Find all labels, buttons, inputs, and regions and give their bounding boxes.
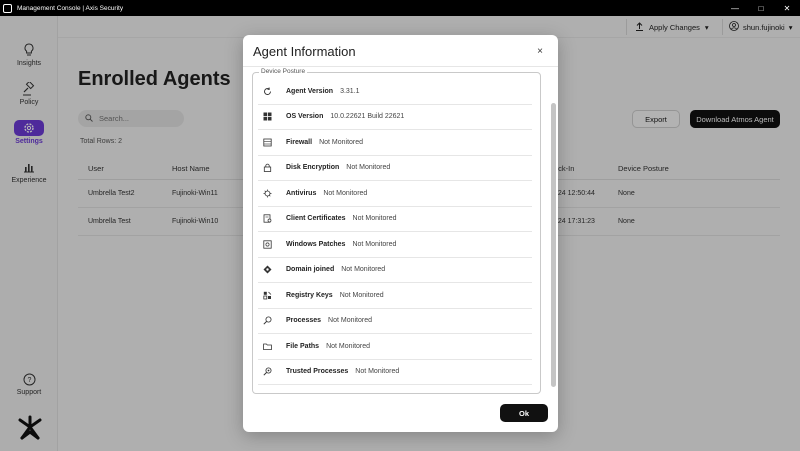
- process-icon: [262, 316, 272, 326]
- info-value: Not Monitored: [319, 138, 364, 146]
- patch-icon: [262, 239, 272, 249]
- info-row-disk-encryption: Disk Encryption Not Monitored: [258, 156, 532, 181]
- info-label: Trusted Processes: [286, 368, 349, 376]
- dialog-body: Device Posture Agent Version 3.31.1 OS V…: [251, 67, 551, 397]
- info-value: Not Monitored: [326, 342, 371, 350]
- dialog-title: Agent Information: [253, 44, 356, 59]
- info-value: Not Monitored: [328, 317, 372, 325]
- info-row-trusted-processes: Trusted Processes Not Monitored: [258, 360, 532, 385]
- info-row-windows-patches: Windows Patches Not Monitored: [258, 232, 532, 258]
- info-value: 10.0.22621 Build 22621: [330, 113, 405, 121]
- window-title: Management Console | Axis Security: [17, 4, 124, 12]
- info-row-os-version: OS Version 10.0.22621 Build 22621: [258, 105, 532, 130]
- minimize-button[interactable]: —: [722, 0, 748, 16]
- info-row-antivirus: Antivirus Not Monitored: [258, 181, 532, 207]
- firewall-icon: [262, 137, 272, 147]
- agent-information-dialog: Agent Information × Device Posture Agent…: [243, 35, 558, 432]
- info-value: Not Monitored: [352, 215, 397, 223]
- domain-icon: [262, 265, 272, 275]
- info-value: Not Monitored: [323, 189, 368, 197]
- folder-icon: [262, 341, 272, 351]
- info-label: Firewall: [286, 138, 313, 146]
- info-label: Domain joined: [286, 266, 335, 274]
- info-value: Not Monitored: [352, 240, 397, 248]
- info-row-registry-keys: Registry Keys Not Monitored: [258, 283, 532, 309]
- info-label: File Paths: [286, 342, 320, 350]
- refresh-icon: [262, 86, 272, 96]
- info-label: OS Version: [286, 113, 324, 121]
- info-row-domain-joined: Domain joined Not Monitored: [258, 258, 532, 283]
- info-row-firewall: Firewall Not Monitored: [258, 130, 532, 156]
- info-row-client-certificates: Client Certificates Not Monitored: [258, 207, 532, 232]
- ok-button[interactable]: Ok: [500, 404, 548, 422]
- info-row-processes: Processes Not Monitored: [258, 309, 532, 334]
- info-label: Registry Keys: [286, 291, 333, 299]
- antivirus-icon: [262, 188, 272, 198]
- info-value: Not Monitored: [339, 291, 384, 299]
- scrollbar-thumb[interactable]: [551, 103, 556, 387]
- registry-icon: [262, 290, 272, 300]
- info-label: Processes: [286, 317, 322, 325]
- info-value: Not Monitored: [346, 164, 391, 172]
- info-value: 3.31.1: [340, 87, 360, 95]
- info-label: Disk Encryption: [286, 164, 340, 172]
- info-label: Windows Patches: [286, 240, 346, 248]
- app-icon: [3, 3, 12, 13]
- trusted-process-icon: [262, 367, 272, 377]
- info-row-file-paths: File Paths Not Monitored: [258, 334, 532, 360]
- close-dialog-button[interactable]: ×: [534, 45, 546, 57]
- info-label: Antivirus: [286, 189, 317, 197]
- window-title-bar: Management Console | Axis Security — □ ✕: [0, 0, 800, 16]
- device-posture-section: Device Posture Agent Version 3.31.1 OS V…: [252, 68, 541, 394]
- windows-icon: [262, 112, 272, 122]
- lock-icon: [262, 163, 272, 173]
- maximize-button[interactable]: □: [748, 0, 774, 16]
- close-window-button[interactable]: ✕: [774, 0, 800, 16]
- info-value: Not Monitored: [341, 266, 386, 274]
- info-label: Client Certificates: [286, 215, 346, 223]
- info-row-agent-version: Agent Version 3.31.1: [258, 79, 532, 105]
- info-label: Agent Version: [286, 87, 334, 95]
- certificate-icon: [262, 214, 272, 224]
- section-label: Device Posture: [259, 68, 308, 75]
- info-value: Not Monitored: [355, 368, 400, 376]
- dialog-scrollbar[interactable]: [550, 67, 557, 397]
